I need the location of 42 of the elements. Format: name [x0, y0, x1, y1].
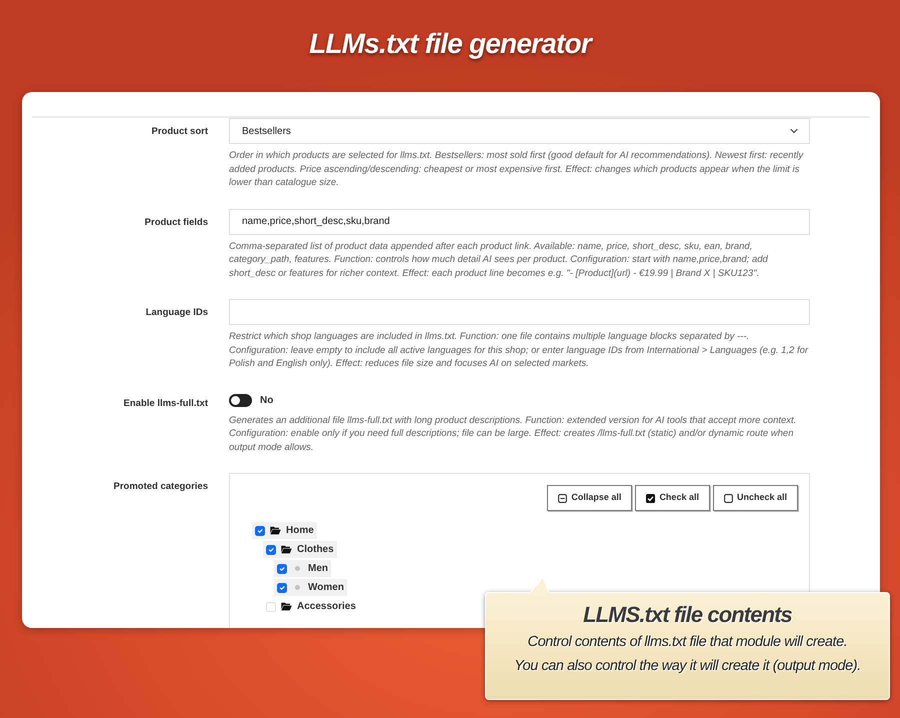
category-checkbox[interactable] — [277, 582, 287, 592]
help-text: Restrict which shop languages are included in llms.txt. Function: one file contains multiple language blocks separated by ---. Configuration: leave empty to include all active languages for this shop; or enter language IDs from International > Languages (e.g. 1,2 for Polish and English only). Effect: reduces file size and focuses AI on selected markets. — [229, 330, 810, 370]
checked-box-icon — [646, 494, 656, 502]
folder-icon — [281, 602, 292, 611]
page-title: LLMs.txt file generator — [309, 27, 591, 61]
category-checkbox[interactable] — [255, 526, 265, 536]
text-field[interactable]: name,price,short_desc,sku,brand — [229, 208, 810, 234]
switch-state-label: No — [260, 394, 274, 408]
help-text: Generates an additional file llms-full.txt with long product descriptions. Function: extended version for AI tools that accept more context. Configuration: enable only if you need full descriptions; file can be large. Effect: creates /llms-full.txt (static) and/or dynamic route when output mode allows. — [229, 414, 798, 454]
help-text: Order in which products are selected for llms.txt. Bestsellers: most sold first (good default for AI recommendations). Newest first: recently added products. Price ascending/descending: cheapest or most expensive first. Effect: changes which products appear when the limit is lower than catalogue size. — [229, 149, 804, 190]
field-label: Product fields — [144, 216, 208, 228]
callout-text: Control contents of llms.txt file that module will create. — [528, 633, 848, 652]
category-label[interactable]: Clothes — [297, 544, 334, 556]
folder-icon — [281, 545, 292, 554]
category-checkbox[interactable] — [266, 544, 276, 554]
callout-text: You can also control the way it will create it (output mode). — [514, 657, 861, 676]
field-label: Language IDs — [146, 307, 208, 319]
category-label[interactable]: Women — [308, 582, 344, 594]
dropdown-select[interactable]: Bestsellers — [229, 118, 810, 144]
field-label: Product sort — [152, 126, 208, 138]
category-checkbox[interactable] — [277, 564, 287, 574]
empty-box-icon — [724, 494, 733, 502]
dot-icon — [295, 585, 300, 590]
check-all-button[interactable]: Check all — [635, 485, 710, 511]
category-label[interactable]: Accessories — [297, 600, 356, 612]
category-label[interactable]: Home — [286, 524, 314, 536]
toggle-switch[interactable] — [229, 394, 252, 407]
text-field[interactable] — [229, 299, 810, 325]
help-text: Comma-separated list of product data appended after each product link. Available: name, price, short_desc, sku, ean, brand, category_path, features. Function: controls how much detail AI sees per product. Configuration: start with name,price,brand; add short_desc or features for richer context. Effect: each product line becomes e.g. "- [Product](url) - €19.99 | Brand X | SKU123". — [229, 240, 769, 280]
highlighted-tree-item[interactable]: Women — [274, 579, 347, 596]
callout-title: LLMS.txt file contents — [583, 601, 792, 629]
collapse-icon — [558, 494, 568, 502]
category-label[interactable]: Men — [308, 562, 328, 574]
field-label: Promoted categories — [114, 481, 208, 493]
dot-icon — [295, 566, 300, 571]
uncheck-all-button[interactable]: Uncheck all — [712, 485, 798, 511]
collapse-all-button[interactable]: Collapse all — [547, 485, 632, 511]
highlighted-tree-item[interactable]: Men — [274, 560, 331, 577]
field-label: Enable llms-full.txt — [124, 398, 208, 410]
folder-icon — [270, 526, 281, 535]
highlighted-tree-item[interactable]: Clothes — [263, 541, 337, 558]
highlighted-tree-item[interactable]: Home — [252, 522, 317, 539]
